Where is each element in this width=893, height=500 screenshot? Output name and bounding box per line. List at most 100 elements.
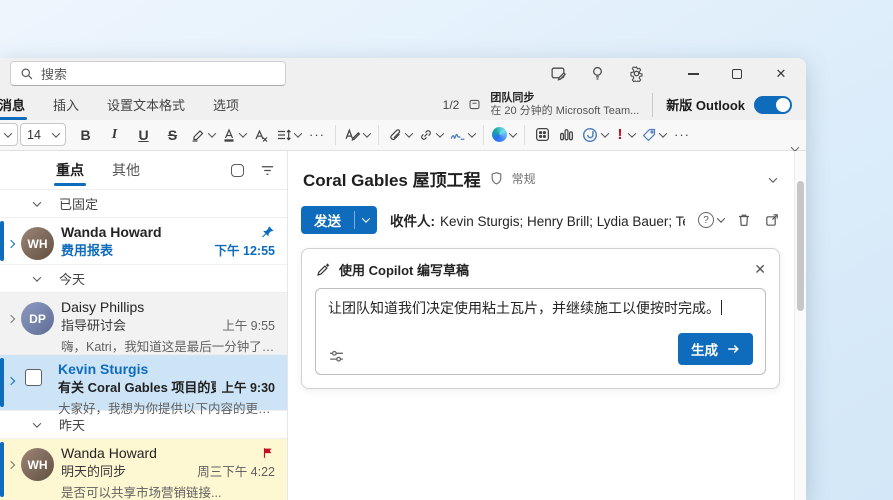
sensitivity-help-button[interactable]: ? bbox=[698, 212, 726, 228]
outlook-window: 搜索 ✕ 消息 插入 设置文本格式 选项 1/2 团队同步 在 20 分钟的 M… bbox=[0, 58, 806, 500]
tab-message[interactable]: 消息 bbox=[0, 89, 39, 121]
underline-button[interactable]: U bbox=[130, 122, 157, 148]
expand-icon[interactable] bbox=[6, 376, 16, 386]
chevron-down-icon bbox=[404, 129, 414, 138]
line-spacing-button[interactable] bbox=[274, 122, 303, 148]
expand-icon[interactable] bbox=[6, 239, 16, 249]
maximize-button[interactable] bbox=[728, 65, 746, 83]
avatar[interactable]: WH bbox=[21, 448, 54, 481]
generate-button[interactable]: 生成 bbox=[678, 332, 753, 365]
select-all-icon[interactable] bbox=[231, 163, 244, 177]
copilot-draft-card: 使用 Copilot 编写草稿 ✕ 让团队知道我们决定使用粘土瓦片，并继续施工以… bbox=[301, 248, 780, 389]
italic-button[interactable]: I bbox=[101, 122, 128, 148]
message-title: Coral Gables 屋顶工程 bbox=[303, 171, 481, 190]
mail-time: 下午 12:55 bbox=[214, 244, 275, 258]
chevron-down-icon bbox=[362, 129, 372, 138]
highlighter-icon bbox=[192, 130, 204, 142]
new-outlook-toggle[interactable] bbox=[754, 95, 792, 114]
chevron-down-icon bbox=[51, 129, 61, 138]
tab-insert[interactable]: 插入 bbox=[39, 89, 93, 120]
recipients-field[interactable]: 收件人: Kevin Sturgis; Henry Brill; Lydia Ba… bbox=[390, 210, 685, 230]
poll-button[interactable] bbox=[555, 122, 577, 148]
minimize-button[interactable] bbox=[684, 65, 702, 83]
desktop-background: 搜索 ✕ 消息 插入 设置文本格式 选项 1/2 团队同步 在 20 分钟的 M… bbox=[0, 0, 893, 500]
new-outlook-label: 新版 Outlook bbox=[666, 98, 745, 114]
expand-icon[interactable] bbox=[6, 314, 16, 324]
font-size-dropdown[interactable]: 14 bbox=[20, 123, 66, 147]
recipients-list: Kevin Sturgis; Henry Brill; Lydia Bauer;… bbox=[440, 214, 685, 229]
more-formatting-button[interactable]: ··· bbox=[305, 127, 329, 142]
divider bbox=[652, 92, 654, 117]
chevron-down-icon bbox=[361, 214, 371, 223]
feedback-button[interactable] bbox=[549, 65, 567, 83]
adjust-sliders-icon[interactable] bbox=[328, 348, 345, 365]
copilot-close-button[interactable]: ✕ bbox=[754, 261, 766, 278]
chevron-down-icon bbox=[600, 129, 610, 138]
tab-format-text[interactable]: 设置文本格式 bbox=[93, 89, 199, 120]
mail-preview: 嗨，Katri，我知道这是最后一分钟了，但... bbox=[61, 340, 275, 354]
tips-button[interactable] bbox=[588, 65, 606, 83]
chevron-down-icon bbox=[435, 129, 445, 138]
bold-button[interactable]: B bbox=[72, 122, 99, 148]
mail-item-coral-gables-update[interactable]: Kevin Sturgis 有关 Coral Gables 项目的更新 上午 9… bbox=[0, 354, 287, 416]
feedback-icon bbox=[550, 68, 566, 82]
group-header-today[interactable]: 今天 bbox=[0, 264, 287, 292]
copilot-button[interactable] bbox=[490, 122, 518, 148]
collapse-message-icon[interactable] bbox=[768, 173, 778, 183]
mail-item-expense-report[interactable]: WH Wanda Howard 费用报表 下午 12:55 bbox=[0, 217, 287, 264]
apps-button[interactable] bbox=[531, 122, 553, 148]
sensitivity-label[interactable]: 常规 bbox=[512, 170, 536, 187]
sender-name: Daisy Phillips bbox=[61, 299, 145, 315]
vertical-scrollbar[interactable] bbox=[794, 151, 806, 500]
send-options-button[interactable] bbox=[355, 206, 377, 234]
chevron-down-icon bbox=[658, 129, 668, 138]
settings-button[interactable] bbox=[627, 65, 645, 83]
meeting-title: 团队同步 bbox=[490, 92, 535, 105]
apps-grid-icon bbox=[535, 128, 549, 142]
tab-other[interactable]: 其他 bbox=[110, 152, 142, 188]
filter-icon[interactable] bbox=[260, 163, 275, 178]
signature-button[interactable] bbox=[447, 122, 477, 148]
tab-focused[interactable]: 重点 bbox=[54, 152, 86, 188]
clear-formatting-button[interactable] bbox=[250, 122, 272, 148]
send-button[interactable]: 发送 bbox=[301, 206, 354, 234]
tab-options[interactable]: 选项 bbox=[199, 89, 253, 120]
avatar[interactable]: DP bbox=[21, 302, 54, 335]
loop-button[interactable] bbox=[579, 122, 610, 148]
mail-item-tomorrow-sync[interactable]: WH Wanda Howard 明天的同步 周三下午 4:22 是否可以共享市场… bbox=[0, 438, 287, 500]
search-input[interactable]: 搜索 bbox=[10, 61, 286, 87]
expand-icon[interactable] bbox=[6, 460, 16, 470]
pin-icon[interactable] bbox=[260, 225, 275, 240]
copilot-prompt-box[interactable]: 让团队知道我们决定使用粘土瓦片，并继续施工以便按时完成。 生成 bbox=[315, 288, 766, 375]
tag-button[interactable] bbox=[639, 122, 668, 148]
copilot-prompt-text[interactable]: 让团队知道我们决定使用粘土瓦片，并继续施工以便按时完成。 bbox=[328, 300, 720, 316]
italic-icon: I bbox=[111, 126, 118, 142]
link-button[interactable] bbox=[416, 122, 445, 148]
avatar[interactable]: WH bbox=[21, 227, 54, 260]
meeting-reminder[interactable]: 团队同步 在 20 分钟的 Microsoft Team... bbox=[490, 92, 639, 117]
send-split-button[interactable]: 发送 bbox=[301, 206, 377, 234]
importance-button[interactable]: ! bbox=[612, 122, 637, 148]
more-commands-button[interactable]: ··· bbox=[670, 127, 694, 142]
unread-bar bbox=[0, 442, 4, 497]
chevron-down-icon bbox=[32, 197, 42, 207]
mail-checkbox[interactable] bbox=[25, 369, 42, 386]
styles-button[interactable] bbox=[342, 122, 372, 148]
close-button[interactable]: ✕ bbox=[772, 65, 790, 83]
scrollbar-thumb[interactable] bbox=[797, 181, 804, 311]
mail-item-coaching-workshop[interactable]: DP Daisy Phillips 指导研讨会 上午 9:55 嗨，Katri，… bbox=[0, 292, 287, 354]
chevron-down-icon bbox=[32, 272, 42, 282]
strikethrough-button[interactable]: S bbox=[159, 122, 186, 148]
flag-icon[interactable] bbox=[261, 446, 275, 460]
attach-button[interactable] bbox=[385, 122, 414, 148]
font-color-button[interactable] bbox=[219, 122, 248, 148]
message-list-pane: 重点 其他 已固定 WH Wanda Howard 费用报表 下午 12:55 … bbox=[0, 151, 288, 500]
clear-formatting-icon bbox=[255, 129, 268, 142]
highlight-button[interactable] bbox=[188, 122, 217, 148]
group-header-pinned[interactable]: 已固定 bbox=[0, 189, 287, 217]
popout-icon[interactable] bbox=[764, 212, 780, 228]
discard-trash-icon[interactable] bbox=[736, 212, 752, 228]
link-icon bbox=[421, 130, 431, 140]
bold-icon: B bbox=[80, 126, 91, 143]
font-name-dropdown[interactable] bbox=[0, 123, 18, 147]
